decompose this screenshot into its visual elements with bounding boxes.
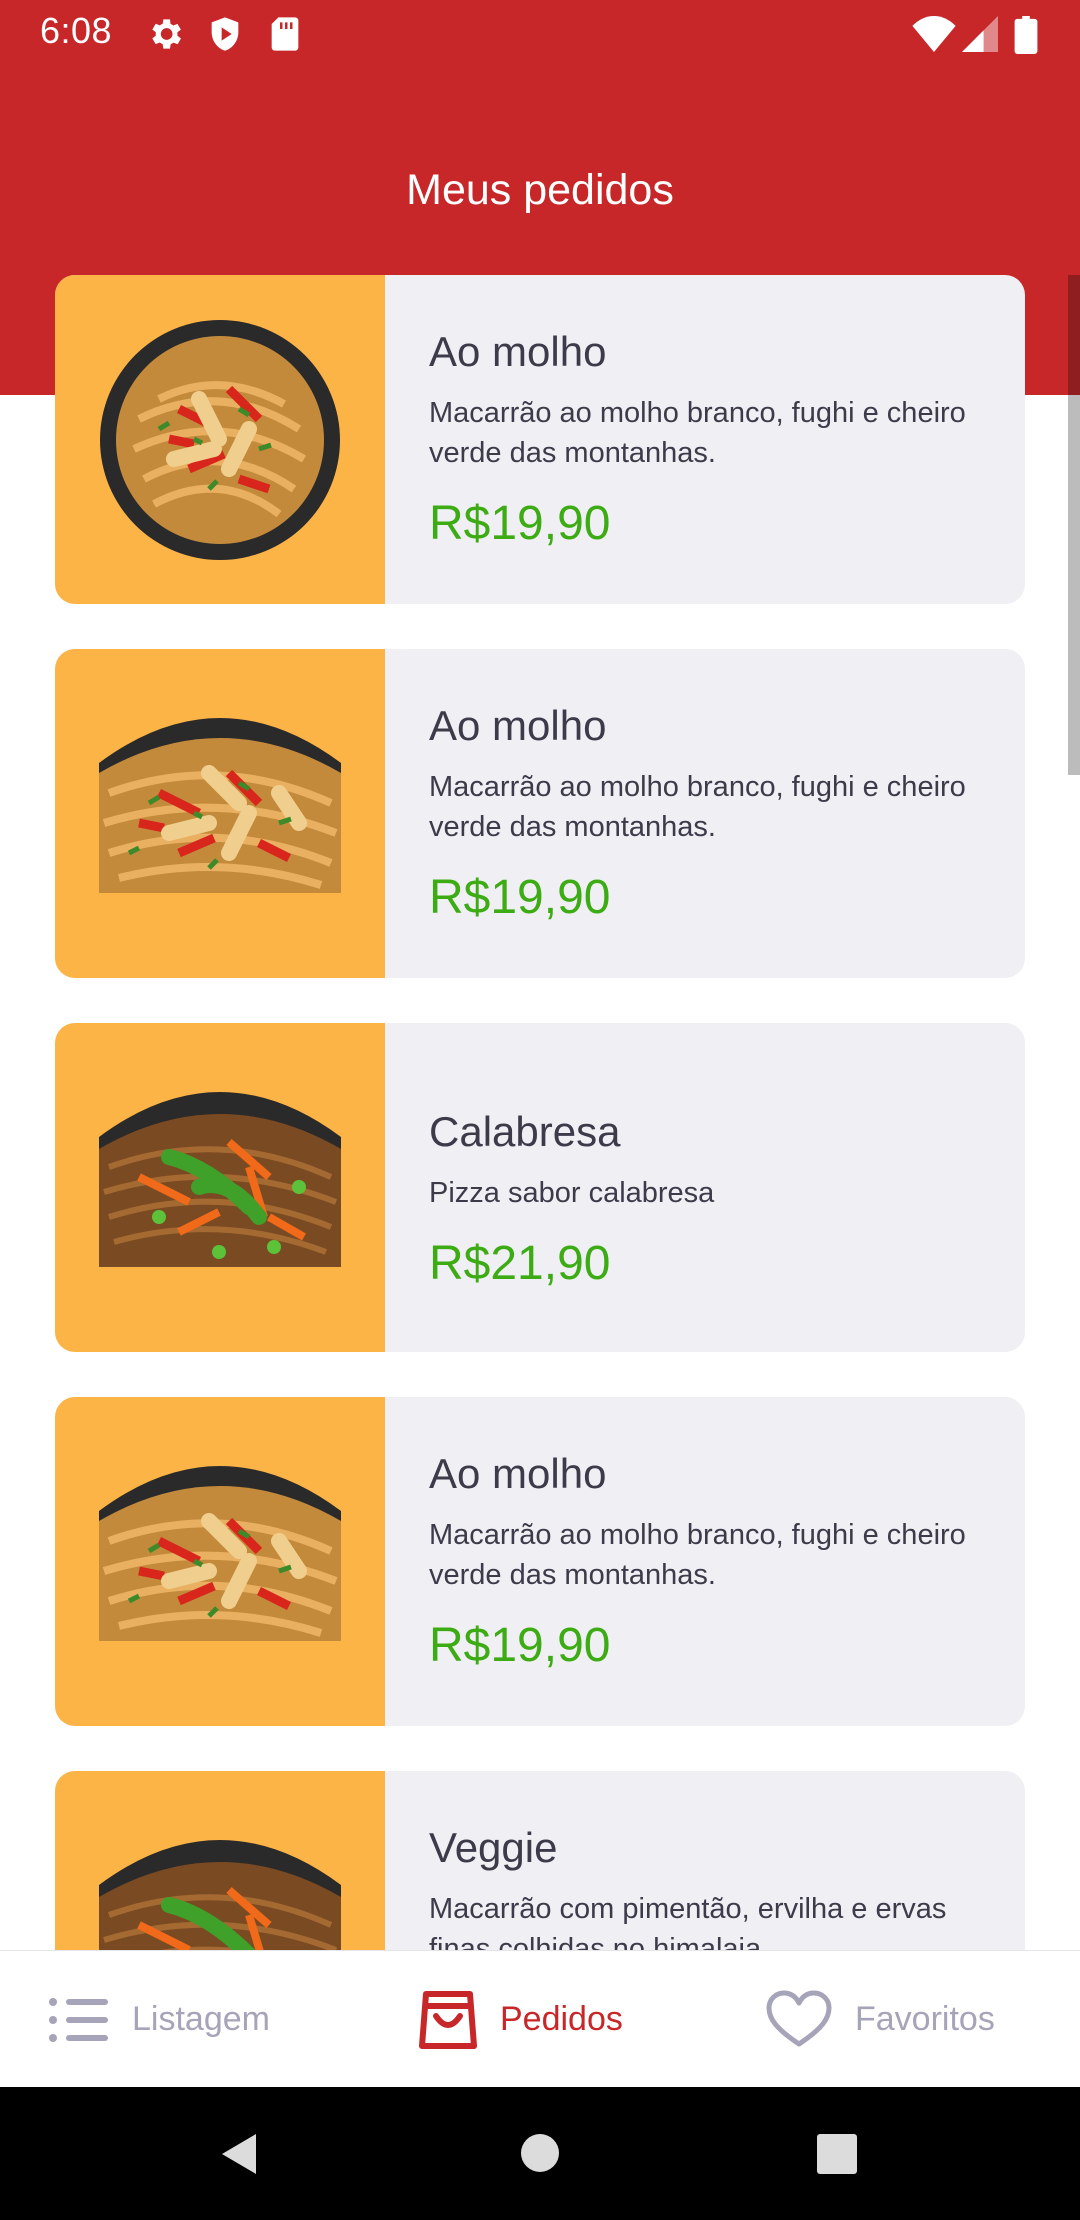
system-navigation-bar <box>0 2087 1080 2220</box>
dish-price: R$19,90 <box>429 871 611 924</box>
nav-label: Pedidos <box>500 2000 623 2038</box>
order-card[interactable]: Ao molho Macarrão ao molho branco, fughi… <box>55 1397 1025 1726</box>
nav-item-pedidos[interactable]: Pedidos <box>418 1951 623 2088</box>
wifi-icon <box>912 16 956 56</box>
page-title: Meus pedidos <box>406 166 674 214</box>
status-bar: 6:08 <box>0 0 1080 66</box>
shield-icon <box>205 14 245 54</box>
order-info: Ao molho Macarrão ao molho branco, fughi… <box>429 325 995 553</box>
order-info: Ao molho Macarrão ao molho branco, fughi… <box>429 699 995 927</box>
scrollbar-thumb[interactable] <box>1068 395 1080 775</box>
orders-list: Ao molho Macarrão ao molho branco, fughi… <box>55 275 1025 2145</box>
dish-price: R$19,90 <box>429 497 611 550</box>
sd-card-icon <box>265 14 305 54</box>
dish-description: Macarrão ao molho branco, fughi e cheiro… <box>429 397 966 469</box>
dish-name: Veggie <box>429 1824 558 1871</box>
home-icon[interactable] <box>520 2133 560 2173</box>
order-card[interactable]: Calabresa Pizza sabor calabresa R$21,90 <box>55 1023 1025 1352</box>
dish-price: R$19,90 <box>429 1619 611 1672</box>
dish-description: Pizza sabor calabresa <box>429 1177 715 1209</box>
shopping-bag-icon <box>419 1990 477 2049</box>
dish-name: Ao molho <box>429 1450 607 1497</box>
order-info: Ao molho Macarrão ao molho branco, fughi… <box>429 1447 995 1675</box>
bottom-navigation: Listagem Pedidos Favoritos <box>0 1950 1080 2087</box>
dish-description: Macarrão ao molho branco, fughi e cheiro… <box>429 771 966 843</box>
dish-description: Macarrão ao molho branco, fughi e cheiro… <box>429 1519 966 1591</box>
dish-name: Ao molho <box>429 328 607 375</box>
list-icon <box>49 1997 108 2042</box>
dish-price: R$21,90 <box>429 1237 611 1290</box>
dish-name: Ao molho <box>429 702 607 749</box>
nav-label: Listagem <box>132 2000 270 2038</box>
dish-name: Calabresa <box>429 1108 621 1155</box>
nav-item-favoritos[interactable]: Favoritos <box>765 1951 995 2088</box>
dish-image <box>55 649 385 978</box>
heart-icon <box>766 1990 832 2046</box>
status-time: 6:08 <box>40 10 113 51</box>
signal-icon <box>962 16 998 56</box>
dish-image <box>55 1023 385 1352</box>
back-icon[interactable] <box>218 2132 258 2176</box>
order-card[interactable]: Ao molho Macarrão ao molho branco, fughi… <box>55 275 1025 604</box>
recents-icon[interactable] <box>816 2133 858 2175</box>
nav-label: Favoritos <box>855 2000 995 2038</box>
gear-icon <box>145 14 185 54</box>
nav-item-listagem[interactable]: Listagem <box>48 1951 270 2088</box>
order-info: Calabresa Pizza sabor calabresa R$21,90 <box>429 1105 995 1293</box>
scrollbar-track <box>1068 275 1080 395</box>
dish-image <box>55 275 385 604</box>
order-card[interactable]: Ao molho Macarrão ao molho branco, fughi… <box>55 649 1025 978</box>
dish-image <box>55 1397 385 1726</box>
battery-icon <box>1014 16 1038 58</box>
